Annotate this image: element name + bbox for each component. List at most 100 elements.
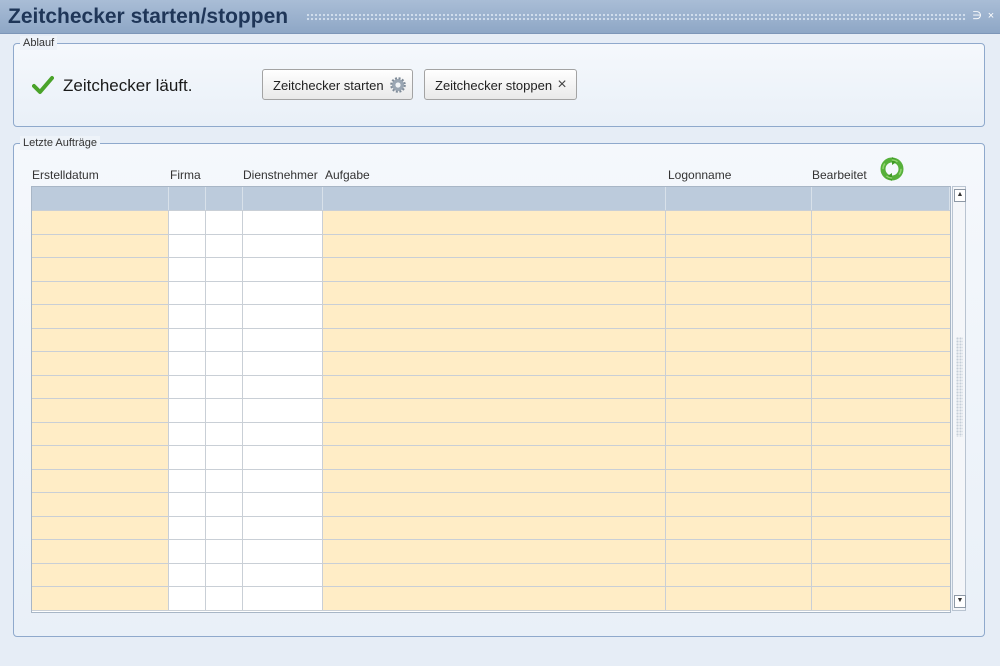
table-row[interactable] xyxy=(32,375,950,399)
table-cell xyxy=(812,234,950,257)
auftraege-group: Letzte Aufträge Erstelldatum Firma Diens… xyxy=(13,136,985,637)
table-cell xyxy=(32,563,169,586)
table-row[interactable] xyxy=(32,399,950,423)
table-cell xyxy=(666,399,812,422)
title-bar: Zeitchecker starten/stoppen ∋ × xyxy=(0,0,1000,34)
scrollbar-grip[interactable] xyxy=(956,337,963,437)
table-cell xyxy=(169,446,206,469)
start-button[interactable]: Zeitchecker starten xyxy=(262,69,413,100)
column-header-aufgabe[interactable]: Aufgabe xyxy=(325,168,370,182)
checkmark-icon xyxy=(32,76,54,94)
table-cell xyxy=(243,493,323,516)
table-cell xyxy=(32,234,169,257)
table-cell xyxy=(32,352,169,375)
table-cell xyxy=(666,587,812,610)
scroll-up-icon[interactable]: ▲ xyxy=(954,189,966,202)
title-bar-pattern xyxy=(306,13,966,22)
scroll-down-icon[interactable]: ▼ xyxy=(954,595,966,608)
orders-table[interactable] xyxy=(31,186,951,613)
close-window-icon[interactable]: × xyxy=(986,10,996,22)
table-cell xyxy=(812,422,950,445)
table-cell xyxy=(812,540,950,563)
table-cell xyxy=(812,305,950,328)
table-cell xyxy=(243,540,323,563)
table-cell xyxy=(812,328,950,351)
table-cell xyxy=(206,422,243,445)
table-cell xyxy=(169,422,206,445)
table-cell xyxy=(32,328,169,351)
table-cell xyxy=(32,281,169,304)
table-row[interactable] xyxy=(32,258,950,282)
column-header-logonname[interactable]: Logonname xyxy=(668,168,731,182)
table-row[interactable] xyxy=(32,493,950,517)
table-row[interactable] xyxy=(32,352,950,376)
table-cell xyxy=(323,469,666,492)
table-cell xyxy=(666,446,812,469)
ablauf-group: Ablauf Zeitchecker läuft. Zeitchecker st… xyxy=(13,36,985,127)
table-cell xyxy=(243,258,323,281)
close-icon: × xyxy=(557,76,567,93)
table-cell xyxy=(206,375,243,398)
table-row[interactable] xyxy=(32,422,950,446)
table-row[interactable] xyxy=(32,587,950,611)
table-cell xyxy=(169,328,206,351)
column-header-dienstnehmer[interactable]: Dienstnehmer xyxy=(243,168,318,182)
table-cell xyxy=(32,422,169,445)
table-row[interactable] xyxy=(32,328,950,352)
table-cell xyxy=(323,516,666,539)
table-cell xyxy=(666,211,812,234)
table-cell xyxy=(32,587,169,610)
table-row-selected[interactable] xyxy=(32,187,950,211)
table-row[interactable] xyxy=(32,563,950,587)
table-row[interactable] xyxy=(32,540,950,564)
table-scrollbar[interactable]: ▲ ▼ xyxy=(952,186,966,611)
table-cell xyxy=(323,446,666,469)
table-cell xyxy=(666,234,812,257)
refresh-icon[interactable] xyxy=(879,156,905,182)
table-cell xyxy=(169,469,206,492)
table-cell xyxy=(169,587,206,610)
table-cell xyxy=(206,399,243,422)
table-cell xyxy=(32,446,169,469)
table-cell xyxy=(243,422,323,445)
table-cell xyxy=(169,352,206,375)
table-cell xyxy=(169,211,206,234)
table-cell xyxy=(206,352,243,375)
table-cell xyxy=(206,258,243,281)
table-row[interactable] xyxy=(32,469,950,493)
table-cell xyxy=(206,587,243,610)
table-cell xyxy=(32,493,169,516)
column-header-erstelldatum[interactable]: Erstelldatum xyxy=(32,168,99,182)
table-cell xyxy=(32,211,169,234)
table-cell xyxy=(666,540,812,563)
table-cell xyxy=(32,399,169,422)
table-row[interactable] xyxy=(32,211,950,235)
table-cell xyxy=(206,234,243,257)
table-cell xyxy=(323,258,666,281)
stop-button[interactable]: Zeitchecker stoppen × xyxy=(424,69,577,100)
table-row[interactable] xyxy=(32,305,950,329)
minimize-icon[interactable]: ∋ xyxy=(972,10,982,22)
table-cell xyxy=(666,469,812,492)
table-cell xyxy=(666,375,812,398)
table-cell xyxy=(812,516,950,539)
table-cell xyxy=(666,328,812,351)
table-cell xyxy=(323,493,666,516)
table-cell xyxy=(243,469,323,492)
table-row[interactable] xyxy=(32,446,950,470)
table-row[interactable] xyxy=(32,234,950,258)
table-cell xyxy=(323,234,666,257)
column-header-firma[interactable]: Firma xyxy=(170,168,201,182)
table-row[interactable] xyxy=(32,516,950,540)
table-cell xyxy=(32,469,169,492)
table-cell xyxy=(243,328,323,351)
table-cell xyxy=(666,281,812,304)
table-body xyxy=(32,211,950,611)
auftraege-legend: Letzte Aufträge xyxy=(20,136,100,150)
table-cell xyxy=(812,446,950,469)
table-cell xyxy=(206,211,243,234)
ablauf-legend: Ablauf xyxy=(20,36,58,50)
table-row[interactable] xyxy=(32,281,950,305)
table-cell xyxy=(206,469,243,492)
column-header-bearbeitet[interactable]: Bearbeitet xyxy=(812,168,867,182)
